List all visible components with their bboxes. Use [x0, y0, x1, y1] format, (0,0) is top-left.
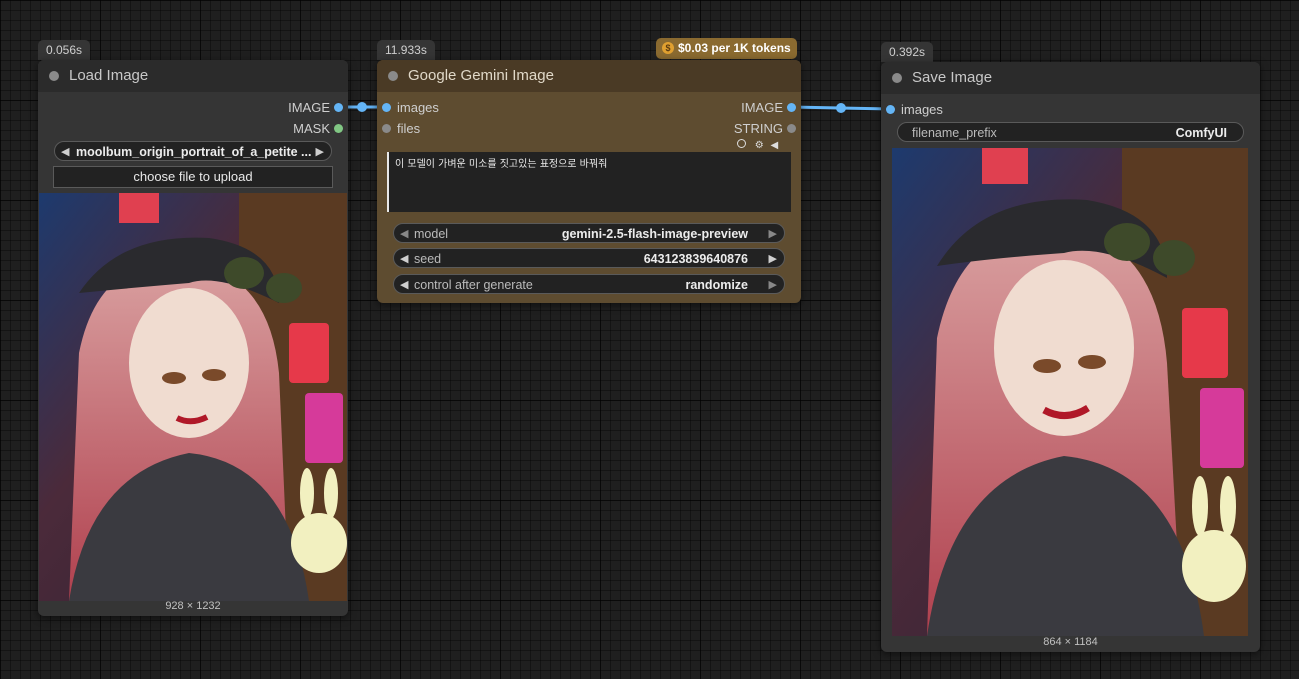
input-images-label: images [901, 102, 943, 117]
input-files-label: files [397, 121, 421, 136]
price-badge-text: $0.03 per 1K tokens [678, 41, 791, 55]
link-load-to-gemini-midpoint[interactable] [357, 102, 367, 112]
load-image-dimensions: 928 × 1232 [165, 600, 221, 612]
save-image-timing-badge: 0.392s [881, 42, 934, 62]
output-string-slot[interactable]: STRING [577, 120, 801, 138]
input-images-dot[interactable] [382, 103, 391, 112]
image-select-value: moolbum_origin_portrait_of_a_petite ... [76, 145, 312, 159]
combo-next-arrow-icon[interactable]: ▶ [769, 275, 777, 295]
output-string-dot[interactable] [787, 124, 796, 133]
image-select-combo[interactable]: ◀ moolbum_origin_portrait_of_a_petite ..… [54, 141, 332, 161]
control-after-generate-combo[interactable]: ◀ control after generate randomize ▶ [393, 274, 785, 294]
input-images-slot[interactable]: images [377, 99, 577, 117]
combo-prev-arrow-icon[interactable]: ◀ [400, 275, 408, 295]
load-image-title: Load Image [69, 67, 149, 84]
choose-file-upload-button[interactable]: choose file to upload [53, 166, 333, 188]
filename-prefix-label: filename_prefix [912, 126, 997, 140]
model-combo[interactable]: ◀ model gemini-2.5-flash-image-preview ▶ [393, 223, 785, 243]
output-image-label: IMAGE [741, 100, 783, 115]
decrement-arrow-icon[interactable]: ◀ [400, 249, 408, 269]
save-image-title: Save Image [912, 69, 993, 86]
collapse-dot-icon[interactable] [49, 71, 59, 81]
combo-prev-arrow-icon[interactable]: ◀ [400, 224, 408, 244]
input-files-slot[interactable]: files [377, 120, 577, 138]
input-files-dot[interactable] [382, 124, 391, 133]
gemini-title-bar[interactable]: Google Gemini Image [377, 60, 801, 92]
circle-icon[interactable] [737, 139, 746, 148]
input-images-slot[interactable]: images [881, 101, 1081, 119]
combo-next-arrow-icon[interactable]: ▶ [316, 142, 324, 162]
filename-prefix-value: ComfyUI [1175, 126, 1227, 140]
output-mask-dot[interactable] [334, 124, 343, 133]
gear-icon[interactable]: ⚙ [755, 140, 764, 151]
filename-prefix-field[interactable]: filename_prefix ComfyUI [897, 122, 1244, 142]
output-string-label: STRING [733, 121, 783, 136]
output-image-dot[interactable] [787, 103, 796, 112]
save-image-title-bar[interactable]: Save Image [881, 62, 1260, 94]
prompt-toolbar: ⚙ ◀ [737, 139, 778, 151]
seed-number[interactable]: ◀ seed 643123839640876 ▶ [393, 248, 785, 268]
gemini-timing-badge: 11.933s [377, 40, 435, 60]
control-label: control after generate [414, 278, 533, 292]
collapse-dot-icon[interactable] [388, 71, 398, 81]
output-image-dot[interactable] [334, 103, 343, 112]
coin-icon: $ [662, 42, 674, 54]
price-badge: $ $0.03 per 1K tokens [656, 38, 797, 59]
loaded-image-preview [39, 193, 347, 601]
saved-image-preview [892, 148, 1248, 636]
collapse-dot-icon[interactable] [892, 73, 902, 83]
load-image-title-bar[interactable]: Load Image [38, 60, 348, 92]
load-image-node[interactable]: Load Image IMAGE MASK ◀ moolbum_origin_p… [38, 60, 348, 616]
link-gemini-to-save-midpoint[interactable] [836, 103, 846, 113]
gemini-image-node[interactable]: Google Gemini Image images files IMAGE S… [377, 60, 801, 303]
output-mask-slot[interactable]: MASK [38, 120, 348, 138]
seed-label: seed [414, 252, 442, 266]
gemini-title: Google Gemini Image [408, 67, 554, 84]
output-image-slot[interactable]: IMAGE [38, 99, 348, 117]
increment-arrow-icon[interactable]: ▶ [769, 249, 777, 269]
input-images-label: images [397, 100, 439, 115]
model-value: gemini-2.5-flash-image-preview [561, 227, 748, 241]
load-image-timing-badge: 0.056s [38, 40, 91, 60]
seed-value: 643123839640876 [643, 252, 748, 266]
combo-prev-arrow-icon[interactable]: ◀ [61, 142, 69, 162]
output-image-slot[interactable]: IMAGE [577, 99, 801, 117]
prompt-textarea[interactable]: 이 모델이 가벼운 미소를 짓고있는 표정으로 바꿔줘 [387, 152, 791, 212]
speaker-icon[interactable]: ◀ [771, 140, 779, 151]
output-image-label: IMAGE [288, 100, 330, 115]
control-value: randomize [685, 278, 748, 292]
input-images-dot[interactable] [886, 105, 895, 114]
save-image-dimensions: 864 × 1184 [1043, 636, 1098, 648]
combo-next-arrow-icon[interactable]: ▶ [769, 224, 777, 244]
save-image-node[interactable]: Save Image images filename_prefix ComfyU… [881, 62, 1260, 652]
model-label: model [414, 227, 449, 241]
output-mask-label: MASK [293, 121, 330, 136]
